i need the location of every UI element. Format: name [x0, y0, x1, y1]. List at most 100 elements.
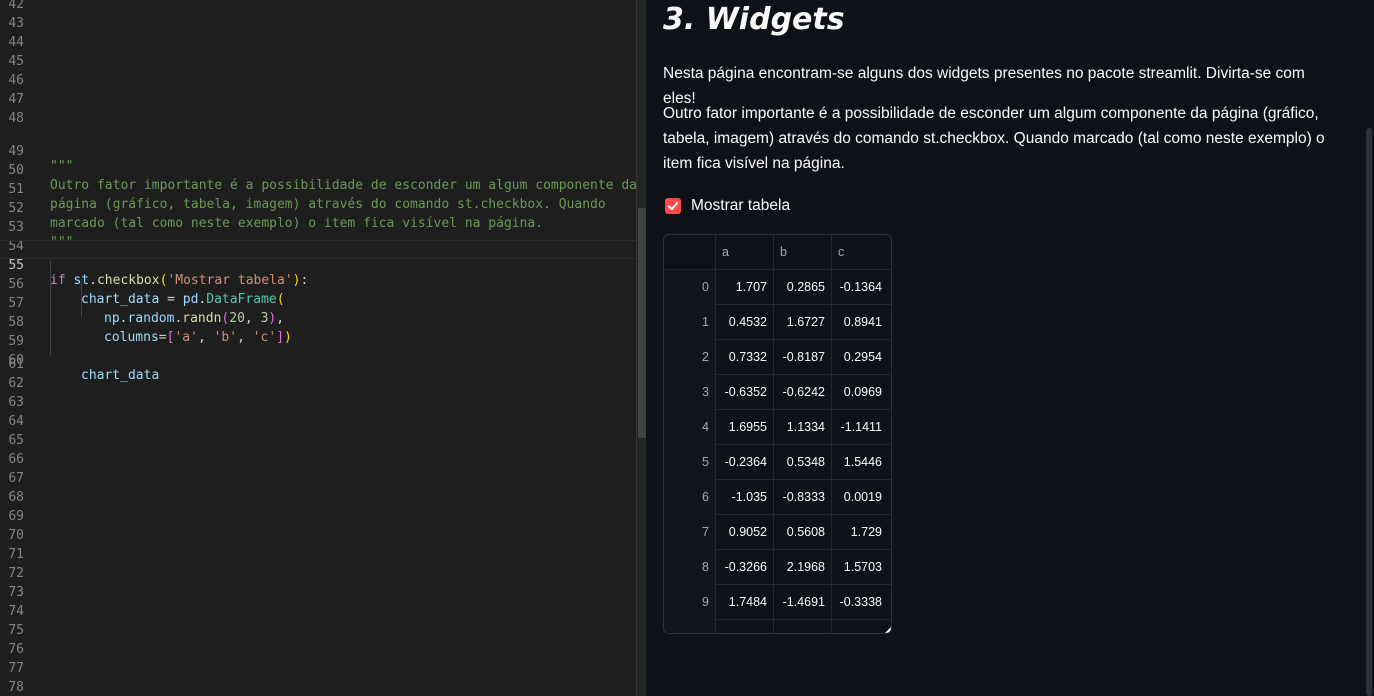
table-cell[interactable]: -1.4691	[774, 585, 832, 620]
show-table-checkbox[interactable]: Mostrar tabela	[665, 197, 790, 215]
line-number: 72	[8, 566, 24, 581]
table-cell[interactable]: 0.7332	[716, 340, 774, 375]
table-cell[interactable]: -0.6352	[716, 375, 774, 410]
table-cell[interactable]: 0.0019	[832, 480, 888, 515]
streamlit-app: 3. Widgets Nesta página encontram-se alg…	[646, 0, 1374, 696]
code-line: 62	[0, 374, 636, 393]
table-cell[interactable]: -0.6242	[774, 375, 832, 410]
table-cell[interactable]: 0.2865	[774, 270, 832, 305]
table-cell[interactable]: 1.6727	[774, 305, 832, 340]
table-cell[interactable]: 2.1968	[774, 550, 832, 585]
code-line: 67	[0, 469, 636, 488]
checkbox-checked-icon[interactable]	[665, 198, 681, 214]
code-line: 65	[0, 431, 636, 450]
line-number: 65	[8, 433, 24, 448]
row-index: 9	[664, 585, 716, 620]
checkbox-label[interactable]: Mostrar tabela	[691, 197, 790, 215]
code-line: 77	[0, 659, 636, 678]
table-cell	[716, 620, 774, 633]
table-row: 6 -1.035 -0.8333 0.0019	[664, 480, 891, 515]
column-header[interactable]: c	[832, 235, 891, 270]
line-number: 71	[8, 547, 24, 562]
table-cell[interactable]: -0.8187	[774, 340, 832, 375]
table-cell[interactable]: 0.9052	[716, 515, 774, 550]
table-cell[interactable]: -0.3338	[832, 585, 888, 620]
table-row: 3 -0.6352 -0.6242 0.0969	[664, 375, 891, 410]
table-cell[interactable]: 0.5608	[774, 515, 832, 550]
code-line: 61	[0, 355, 636, 374]
code-line: 48	[0, 109, 636, 128]
table-cell[interactable]: 1.5703	[832, 550, 888, 585]
row-index: 5	[664, 445, 716, 480]
table-header-row: a b c	[664, 235, 891, 270]
line-number: 73	[8, 585, 24, 600]
code-line: 45	[0, 52, 636, 71]
table-cell[interactable]: -0.3266	[716, 550, 774, 585]
description-paragraph: Outro fator importante é a possibilidade…	[663, 105, 1325, 172]
table-cell[interactable]: -1.1411	[832, 410, 888, 445]
line-number: 44	[8, 35, 24, 50]
table-cell[interactable]: 1.6955	[716, 410, 774, 445]
table-cell[interactable]: 1.729	[832, 515, 888, 550]
code-line: 60 chart_data	[0, 336, 636, 383]
code-line: 69	[0, 507, 636, 526]
code-line: 49 """	[0, 127, 636, 174]
row-index: 3	[664, 375, 716, 410]
line-number: 67	[8, 471, 24, 486]
row-index: 2	[664, 340, 716, 375]
table-cell[interactable]: -0.1364	[832, 270, 888, 305]
table-row: 4 1.6955 1.1334 -1.1411	[664, 410, 891, 445]
code-line: 72	[0, 564, 636, 583]
table-cell[interactable]: 1.1334	[774, 410, 832, 445]
table-row: 8 -0.3266 2.1968 1.5703	[664, 550, 891, 585]
code-line: 47	[0, 90, 636, 109]
line-number: 77	[8, 661, 24, 676]
code-line: 57 np.random.randn(20, 3),	[0, 279, 636, 326]
resize-handle-icon[interactable]	[885, 627, 891, 633]
table-cell[interactable]: 0.0969	[832, 375, 888, 410]
indent-guide	[81, 279, 82, 317]
code-line: 73	[0, 583, 636, 602]
code-editor[interactable]: 42 43 44 45 46 47 48 49 """ 50 Outro fat…	[0, 0, 636, 696]
dataframe-table[interactable]: a b c 0 1.707 0.2865 -0.1364 1 0.4532 1.…	[663, 234, 892, 634]
table-row: 1 0.4532 1.6727 0.8941	[664, 305, 891, 340]
table-cell[interactable]: 1.7484	[716, 585, 774, 620]
table-cell[interactable]: -1.035	[716, 480, 774, 515]
code-line: 44	[0, 33, 636, 52]
table-cell[interactable]: -0.2364	[716, 445, 774, 480]
code-line: 74	[0, 602, 636, 621]
code-line: 42	[0, 0, 636, 14]
table-cell	[774, 620, 832, 633]
code-line: 54	[0, 222, 636, 254]
app-scrollbar[interactable]	[1366, 128, 1372, 696]
editor-scrollbar[interactable]	[636, 0, 647, 696]
column-header[interactable]: b	[774, 235, 832, 270]
table-cell[interactable]: 0.2954	[832, 340, 888, 375]
line-number: 68	[8, 490, 24, 505]
table-cell[interactable]: 0.5348	[774, 445, 832, 480]
code-line: 64	[0, 412, 636, 431]
code-line: 70	[0, 526, 636, 545]
code-line: 63	[0, 393, 636, 412]
code-line: 66	[0, 450, 636, 469]
code-line: 75	[0, 621, 636, 640]
table-cell[interactable]: 0.8941	[832, 305, 888, 340]
line-number: 70	[8, 528, 24, 543]
line-number: 47	[8, 92, 24, 107]
table-cell[interactable]: 1.5446	[832, 445, 888, 480]
code-line: 58 columns=['a', 'b', 'c'])	[0, 298, 636, 345]
code-line: 43	[0, 14, 636, 33]
line-number: 74	[8, 604, 24, 619]
code-line: 71	[0, 545, 636, 564]
indent-guide	[50, 260, 51, 355]
table-cell[interactable]: 1.707	[716, 270, 774, 305]
code-line: 46	[0, 71, 636, 90]
column-header[interactable]: a	[716, 235, 774, 270]
table-row: 7 0.9052 0.5608 1.729	[664, 515, 891, 550]
table-cell[interactable]: -0.8333	[774, 480, 832, 515]
table-cell[interactable]: 0.4532	[716, 305, 774, 340]
code-line: 51 página (gráfico, tabela, imagem) atra…	[0, 165, 636, 212]
row-index: 4	[664, 410, 716, 445]
line-number: 61	[8, 357, 24, 372]
line-number: 45	[8, 54, 24, 69]
